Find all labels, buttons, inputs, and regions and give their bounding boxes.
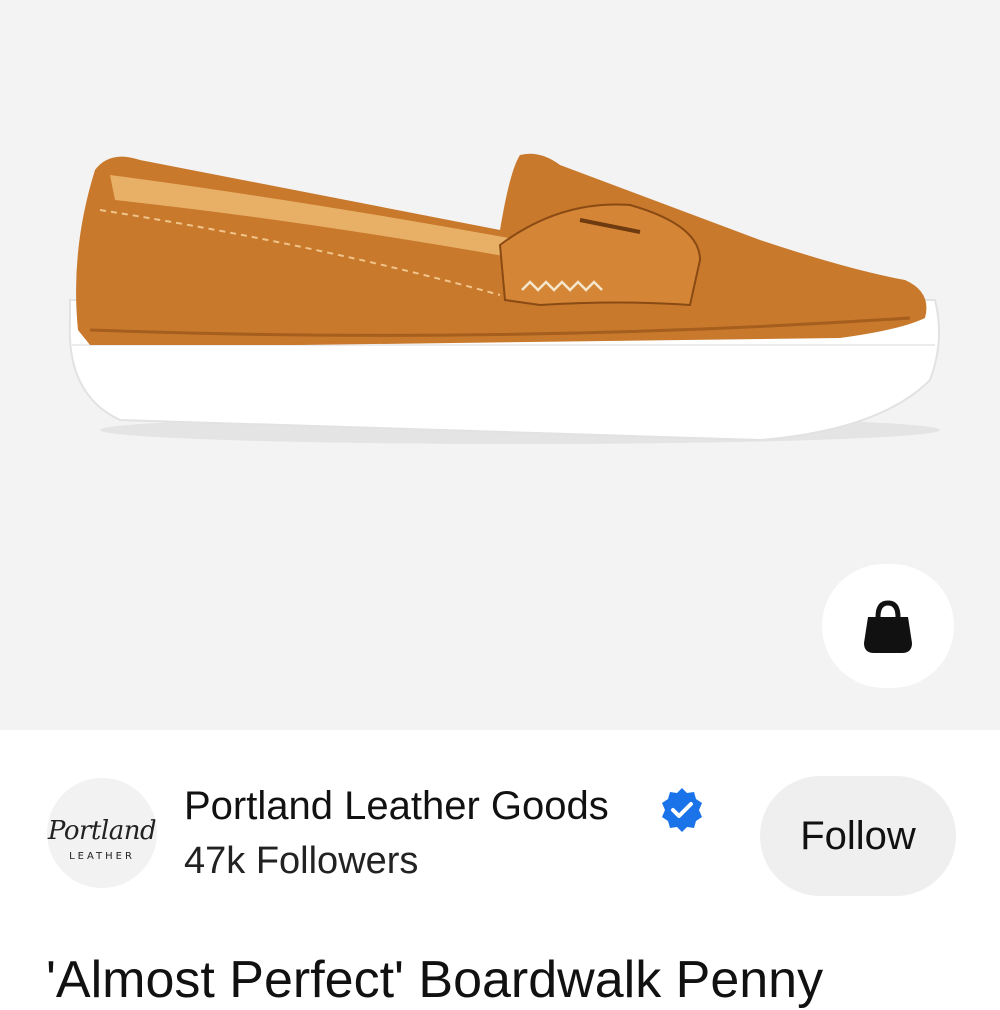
brand-row: Portland LEATHER Portland Leather Goods … [0, 760, 1000, 910]
shopping-bag-icon [864, 600, 912, 653]
brand-logo-script: Portland [47, 816, 157, 846]
brand-logo[interactable]: Portland LEATHER [47, 778, 157, 888]
brand-logo-sub: LEATHER [69, 851, 135, 862]
followers-count: 47k Followers [184, 840, 419, 882]
follow-button[interactable]: Follow [760, 776, 956, 896]
product-image-area[interactable] [0, 0, 1000, 730]
product-title: 'Almost Perfect' Boardwalk Penny [46, 951, 824, 1009]
verified-badge-icon [662, 788, 702, 832]
brand-name[interactable]: Portland Leather Goods [184, 784, 609, 829]
shop-bag-button[interactable] [822, 564, 954, 688]
